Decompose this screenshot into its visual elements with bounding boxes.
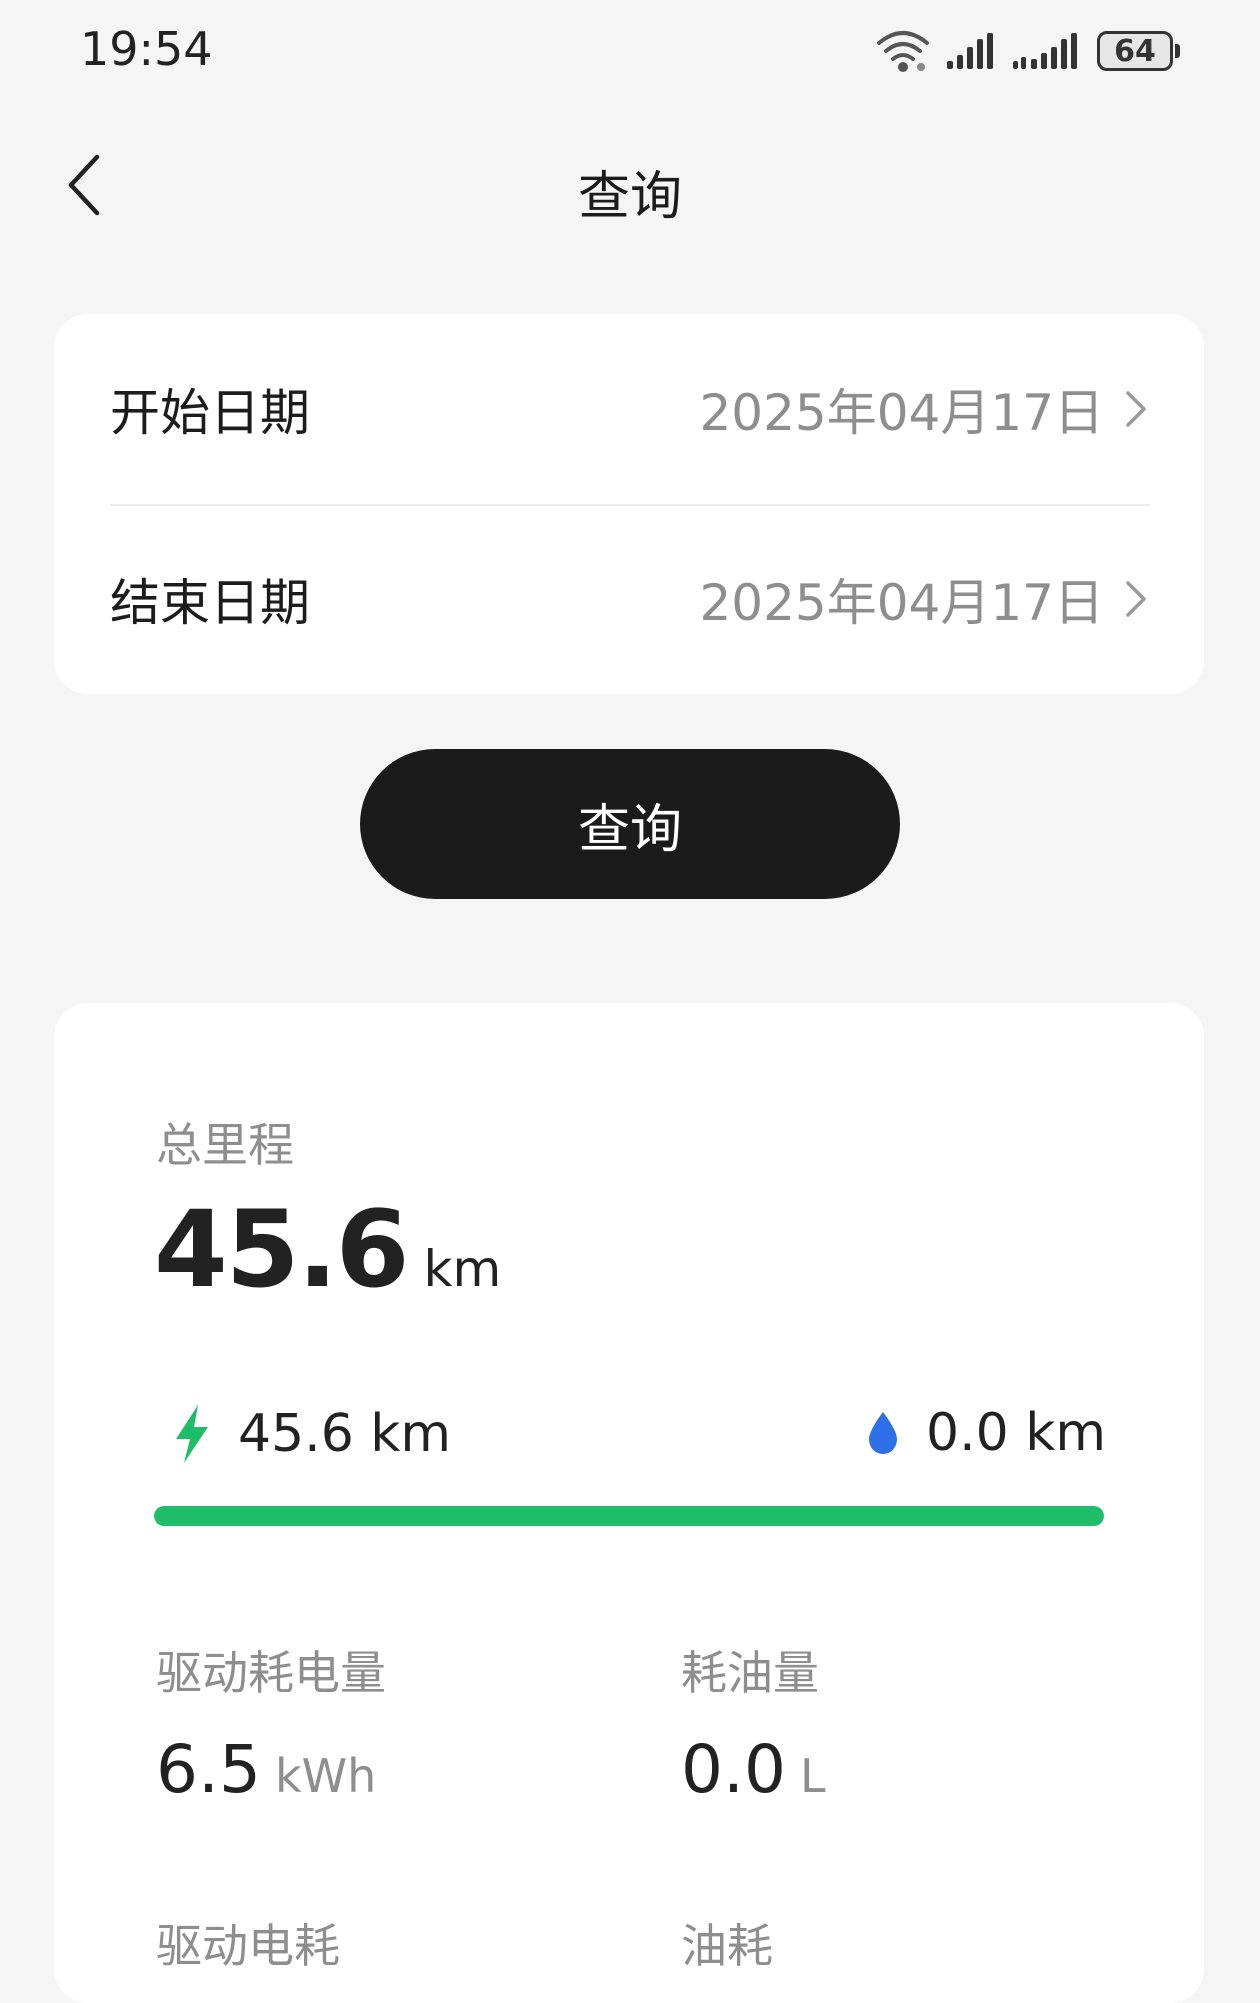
total-mileage-unit: km (423, 1240, 502, 1298)
fuel-used-unit: L (799, 1749, 826, 1803)
fuel-consumption-metric: 油耗 (681, 1910, 773, 1976)
start-date-row[interactable]: 开始日期 2025年04月17日 (110, 314, 1148, 504)
electric-mileage-value: 45.6 km (238, 1404, 452, 1464)
status-time: 19:54 (80, 22, 213, 76)
end-date-value-wrap: 2025年04月17日 (700, 563, 1149, 635)
fuel-used-value: 0.0 (681, 1731, 786, 1808)
drive-energy-value-row: 6.5 kWh (156, 1731, 386, 1808)
battery-tip (1175, 44, 1180, 58)
fuel-mileage: 0.0 km (866, 1403, 1106, 1463)
drive-energy-label: 驱动耗电量 (156, 1646, 386, 1700)
start-date-value: 2025年04月17日 (699, 384, 1105, 442)
fuel-used-metric: 耗油量 0.0 L (681, 1637, 826, 1808)
total-mileage-row: 45.6 km (154, 1188, 501, 1311)
electric-mileage: 45.6 km (172, 1403, 451, 1465)
drive-energy-unit: kWh (274, 1749, 377, 1803)
battery-indicator: 64 (1097, 31, 1180, 71)
chevron-right-icon (1126, 581, 1146, 617)
status-icons: 64 (875, 26, 1180, 76)
end-date-label: 结束日期 (110, 574, 310, 632)
end-date-value: 2025年04月17日 (699, 574, 1105, 632)
drive-energy-metric: 驱动耗电量 6.5 kWh (156, 1637, 386, 1808)
fuel-used-label: 耗油量 (681, 1646, 819, 1700)
wifi-icon (877, 31, 929, 72)
battery-level: 64 (1097, 31, 1173, 71)
page-title: 查询 (577, 167, 682, 227)
lightning-icon (176, 1405, 208, 1463)
nav-bar: 查询 (0, 130, 1260, 240)
fuel-consumption-label: 油耗 (681, 1919, 773, 1973)
signal-icon (947, 33, 993, 69)
signal-icon (1013, 33, 1077, 69)
fuel-mileage-value: 0.0 km (926, 1403, 1106, 1463)
total-mileage-value: 45.6 (154, 1188, 410, 1311)
query-button[interactable]: 查询 (360, 749, 900, 899)
drop-icon (869, 1412, 897, 1454)
mileage-split-bar (154, 1506, 1104, 1526)
end-date-row[interactable]: 结束日期 2025年04月17日 (110, 504, 1148, 694)
electric-share-fill (154, 1506, 1104, 1526)
drive-consumption-label: 驱动电耗 (156, 1919, 340, 1973)
drive-energy-value: 6.5 (156, 1731, 261, 1808)
status-bar: 19:54 64 (0, 0, 1260, 100)
date-filter-card: 开始日期 2025年04月17日 结束日期 2025年04月17日 (54, 314, 1204, 694)
total-mileage-label: 总里程 (156, 1118, 294, 1172)
start-date-value-wrap: 2025年04月17日 (700, 373, 1149, 445)
fuel-used-value-row: 0.0 L (681, 1731, 826, 1808)
stats-card: 总里程 45.6 km 45.6 km 0.0 km (54, 1003, 1204, 2003)
drive-consumption-metric: 驱动电耗 (156, 1910, 340, 1976)
chevron-right-icon (1126, 391, 1146, 427)
start-date-label: 开始日期 (110, 384, 310, 442)
